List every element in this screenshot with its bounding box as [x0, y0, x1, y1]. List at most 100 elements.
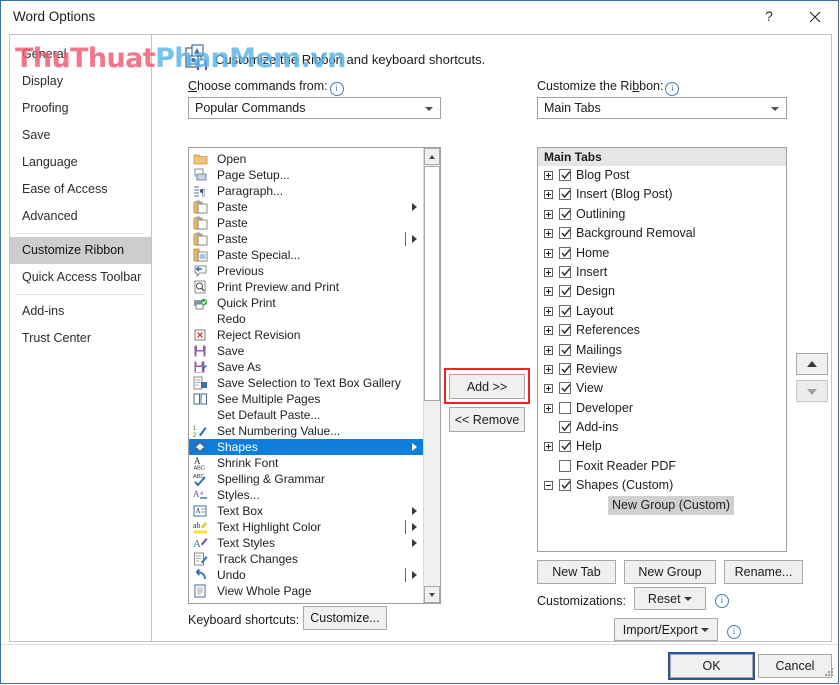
new-tab-button[interactable]: New Tab — [537, 560, 616, 584]
tree-item-home[interactable]: Home — [538, 244, 786, 263]
list-item[interactable]: Paste — [189, 199, 425, 215]
info-icon[interactable]: i — [715, 594, 729, 608]
sidebar-item-language[interactable]: Language — [10, 149, 151, 176]
list-item[interactable]: A Text Box — [189, 503, 425, 519]
expand-icon[interactable] — [544, 364, 553, 374]
scroll-up-button[interactable] — [424, 148, 440, 165]
list-item[interactable]: Open — [189, 151, 425, 167]
sidebar-item-advanced[interactable]: Advanced — [10, 203, 151, 230]
sidebar-item-save[interactable]: Save — [10, 122, 151, 149]
import-export-button[interactable]: Import/Export — [614, 618, 718, 641]
expand-icon[interactable] — [544, 229, 553, 239]
commands-list[interactable]: Open Page Setup... ¶ Paragraph... Paste … — [188, 147, 441, 604]
new-group-button[interactable]: New Group — [624, 560, 716, 584]
list-item[interactable]: Print Preview and Print — [189, 279, 425, 295]
list-item[interactable]: Previous — [189, 263, 425, 279]
tree-item-layout[interactable]: Layout — [538, 302, 786, 321]
collapse-icon[interactable] — [544, 481, 553, 491]
tree-item-outlining[interactable]: Outlining — [538, 205, 786, 224]
expand-icon[interactable] — [544, 248, 553, 258]
list-item[interactable]: Redo — [189, 311, 425, 327]
tree-item-help[interactable]: Help — [538, 437, 786, 456]
tree-item-insert-blog-post[interactable]: Insert (Blog Post) — [538, 185, 786, 204]
rename-button[interactable]: Rename... — [724, 560, 803, 584]
checkbox-checked[interactable] — [559, 207, 571, 220]
sidebar-item-customize-ribbon[interactable]: Customize Ribbon — [10, 237, 151, 264]
list-item[interactable]: Save As — [189, 359, 425, 375]
commands-list-scrollbar[interactable] — [423, 148, 440, 603]
info-icon[interactable]: i — [665, 82, 680, 96]
expand-icon[interactable] — [544, 326, 553, 336]
list-item[interactable]: Quick Print — [189, 295, 425, 311]
remove-button[interactable]: << Remove — [449, 407, 525, 432]
expand-icon[interactable] — [544, 287, 553, 297]
checkbox-unchecked[interactable] — [559, 459, 571, 472]
tree-item-new-group-custom[interactable]: New Group (Custom) — [538, 495, 786, 516]
expand-icon[interactable] — [544, 345, 553, 355]
checkbox-checked[interactable] — [559, 421, 571, 434]
list-item[interactable]: See Multiple Pages — [189, 391, 425, 407]
checkbox-checked[interactable] — [559, 304, 571, 317]
checkbox-checked[interactable] — [559, 188, 571, 201]
expand-icon[interactable] — [544, 190, 553, 200]
list-item[interactable]: Undo — [189, 567, 425, 583]
tree-item-review[interactable]: Review — [538, 360, 786, 379]
list-item-shapes[interactable]: Shapes — [189, 439, 425, 455]
move-up-button[interactable] — [796, 353, 828, 375]
checkbox-checked[interactable] — [559, 440, 571, 453]
list-item[interactable]: Set Default Paste... — [189, 407, 425, 423]
list-item[interactable]: ABC Spelling & Grammar — [189, 471, 425, 487]
checkbox-checked[interactable] — [559, 285, 571, 298]
ok-button[interactable]: OK — [668, 652, 755, 680]
sidebar-item-proofing[interactable]: Proofing — [10, 95, 151, 122]
choose-commands-combo[interactable]: Popular Commands — [188, 97, 441, 119]
list-item[interactable]: ¶ Paragraph... — [189, 183, 425, 199]
checkbox-checked[interactable] — [559, 324, 571, 337]
list-item[interactable]: A4 Styles... — [189, 487, 425, 503]
sidebar-item-ease-of-access[interactable]: Ease of Access — [10, 176, 151, 203]
resize-grip[interactable] — [823, 666, 834, 680]
close-button[interactable] — [792, 1, 838, 32]
checkbox-unchecked[interactable] — [559, 401, 571, 414]
list-item[interactable]: A ABC Shrink Font — [189, 455, 425, 472]
ribbon-tree[interactable]: Main Tabs Blog Post Insert (Blog Post) O… — [537, 147, 787, 552]
list-item[interactable]: Reject Revision — [189, 327, 425, 343]
checkbox-checked[interactable] — [559, 362, 571, 375]
reset-button[interactable]: Reset — [634, 587, 706, 610]
expand-icon[interactable] — [544, 442, 553, 452]
tree-item-add-ins[interactable]: Add-ins — [538, 418, 786, 437]
ribbon-target-combo[interactable]: Main Tabs — [537, 97, 787, 119]
checkbox-checked[interactable] — [559, 479, 571, 492]
tree-item-developer[interactable]: Developer — [538, 399, 786, 418]
list-item[interactable]: ab Text Highlight Color — [189, 519, 425, 535]
sidebar-item-display[interactable]: Display — [10, 68, 151, 95]
expand-icon[interactable] — [544, 403, 553, 413]
list-item[interactable]: Paste Special... — [189, 247, 425, 263]
scroll-down-button[interactable] — [424, 586, 440, 603]
tree-item-insert[interactable]: Insert — [538, 263, 786, 282]
checkbox-checked[interactable] — [559, 169, 571, 181]
sidebar-item-trust-center[interactable]: Trust Center — [10, 325, 151, 352]
checkbox-checked[interactable] — [559, 227, 571, 240]
move-down-button[interactable] — [796, 380, 828, 402]
list-item[interactable]: 12 Set Numbering Value... — [189, 423, 425, 439]
expand-icon[interactable] — [544, 306, 553, 316]
list-item[interactable]: A Text Styles — [189, 535, 425, 551]
tree-item-view[interactable]: View — [538, 379, 786, 398]
list-item[interactable]: Save Selection to Text Box Gallery — [189, 375, 425, 391]
list-item[interactable]: Paste — [189, 231, 425, 247]
info-icon[interactable]: i — [727, 625, 741, 639]
cancel-button[interactable]: Cancel — [758, 654, 832, 678]
expand-icon[interactable] — [544, 209, 553, 219]
tree-item-foxit-reader-pdf[interactable]: Foxit Reader PDF — [538, 457, 786, 476]
checkbox-checked[interactable] — [559, 343, 571, 356]
list-item[interactable]: Paste — [189, 215, 425, 231]
add-button[interactable]: Add >> — [449, 374, 525, 399]
expand-icon[interactable] — [544, 267, 553, 277]
list-item[interactable]: Page Setup... — [189, 167, 425, 183]
expand-icon[interactable] — [544, 171, 553, 180]
list-item[interactable]: View Whole Page — [189, 583, 425, 599]
tree-item-references[interactable]: References — [538, 321, 786, 340]
checkbox-checked[interactable] — [559, 382, 571, 395]
info-icon[interactable]: i — [329, 82, 344, 96]
